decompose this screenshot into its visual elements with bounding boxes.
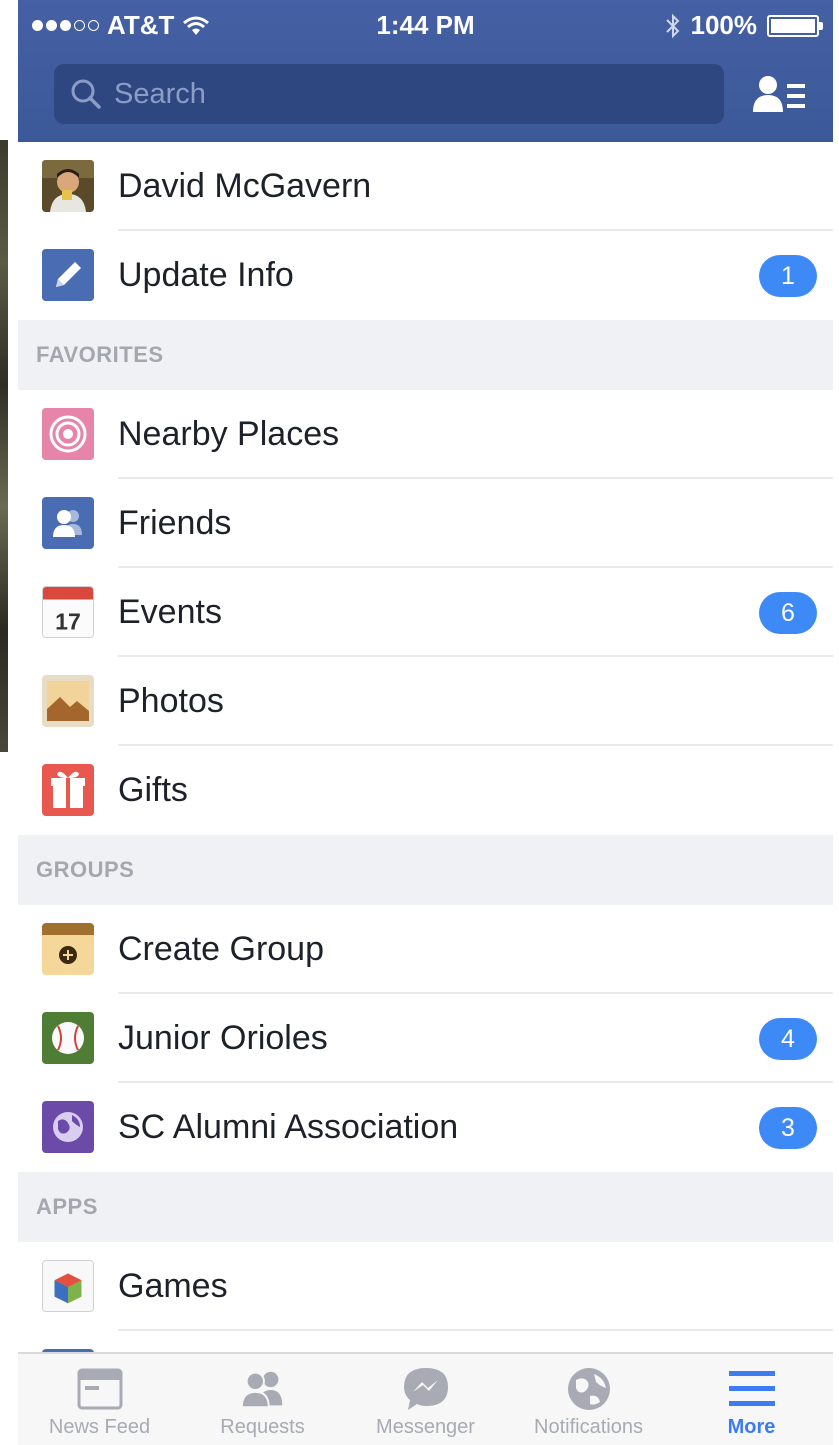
tab-notifications[interactable]: Notifications — [507, 1354, 670, 1445]
header: AT&T 1:44 PM 100% Search — [18, 0, 833, 142]
junior-orioles-badge: 4 — [759, 1018, 817, 1060]
background-app-edge — [0, 0, 18, 1445]
group-label: Create Group — [118, 930, 324, 968]
favorite-label: Gifts — [118, 771, 188, 809]
phone-screen: AT&T 1:44 PM 100% Search David McGavern … — [18, 0, 833, 1445]
tab-label: Messenger — [376, 1416, 475, 1438]
battery-icon — [767, 14, 823, 37]
sc-alumni-badge: 3 — [759, 1107, 817, 1149]
pencil-icon — [42, 249, 94, 301]
tab-news-feed[interactable]: News Feed — [18, 1354, 181, 1445]
favorite-item-gifts[interactable]: Gifts — [18, 746, 833, 835]
favorite-item-nearby-places[interactable]: Nearby Places — [18, 390, 833, 479]
favorite-label: Friends — [118, 504, 232, 542]
tab-label: Requests — [220, 1416, 305, 1438]
gift-icon — [42, 764, 94, 816]
update-info-label: Update Info — [118, 256, 294, 294]
favorite-label: Photos — [118, 682, 224, 720]
search-input[interactable]: Search — [54, 64, 724, 124]
globe-group-icon — [42, 1101, 94, 1153]
section-header-groups: GROUPS — [18, 835, 833, 905]
photos-icon — [42, 675, 94, 727]
favorite-item-friends[interactable]: Friends — [18, 479, 833, 568]
tab-bar: News Feed Requests Messenger Notificatio… — [18, 1352, 833, 1445]
app-item-games[interactable]: Games — [18, 1242, 833, 1331]
baseball-icon — [42, 1012, 94, 1064]
favorite-item-events[interactable]: 17 Events 6 — [18, 568, 833, 657]
section-header-favorites: FAVORITES — [18, 320, 833, 390]
avatar — [42, 160, 94, 212]
app-label: Games — [118, 1267, 228, 1305]
calendar-date: 17 — [55, 608, 81, 634]
update-info-badge: 1 — [759, 255, 817, 297]
group-item-create-group[interactable]: Create Group — [18, 905, 833, 994]
more-menu-icon — [727, 1364, 777, 1414]
more-menu-list: David McGavern Update Info 1 FAVORITES N… — [18, 142, 833, 1420]
profile-row[interactable]: David McGavern — [18, 142, 833, 231]
tab-requests[interactable]: Requests — [181, 1354, 344, 1445]
games-icon — [42, 1260, 94, 1312]
notifications-icon — [564, 1364, 614, 1414]
section-header-apps: APPS — [18, 1172, 833, 1242]
messenger-icon — [401, 1364, 451, 1414]
status-right: 100% — [665, 10, 823, 41]
group-item-junior-orioles[interactable]: Junior Orioles 4 — [18, 994, 833, 1083]
bluetooth-icon — [665, 13, 679, 38]
tab-label: More — [727, 1416, 776, 1438]
news-feed-icon — [75, 1364, 125, 1414]
profile-name: David McGavern — [118, 167, 372, 205]
requests-icon — [238, 1364, 288, 1414]
nearby-places-icon — [42, 408, 94, 460]
favorite-item-photos[interactable]: Photos — [18, 657, 833, 746]
tab-label: Notifications — [534, 1416, 643, 1438]
tab-label: News Feed — [48, 1416, 151, 1438]
friends-icon — [42, 497, 94, 549]
events-badge: 6 — [759, 592, 817, 634]
tab-messenger[interactable]: Messenger — [344, 1354, 507, 1445]
group-label: Junior Orioles — [118, 1019, 328, 1057]
favorite-label: Nearby Places — [118, 415, 340, 453]
group-item-sc-alumni-association[interactable]: SC Alumni Association 3 — [18, 1083, 833, 1172]
favorite-label: Events — [118, 593, 222, 631]
group-label: SC Alumni Association — [118, 1108, 459, 1146]
create-group-icon — [42, 923, 94, 975]
search-placeholder: Search — [114, 77, 206, 110]
update-info-row[interactable]: Update Info 1 — [18, 231, 833, 320]
contacts-icon[interactable] — [751, 74, 807, 114]
status-bar: AT&T 1:44 PM 100% — [18, 0, 833, 52]
background-photo — [0, 140, 8, 752]
calendar-icon: 17 — [42, 586, 94, 638]
tab-more[interactable]: More — [670, 1354, 833, 1445]
battery-percent: 100% — [690, 10, 758, 40]
search-icon — [71, 79, 101, 109]
